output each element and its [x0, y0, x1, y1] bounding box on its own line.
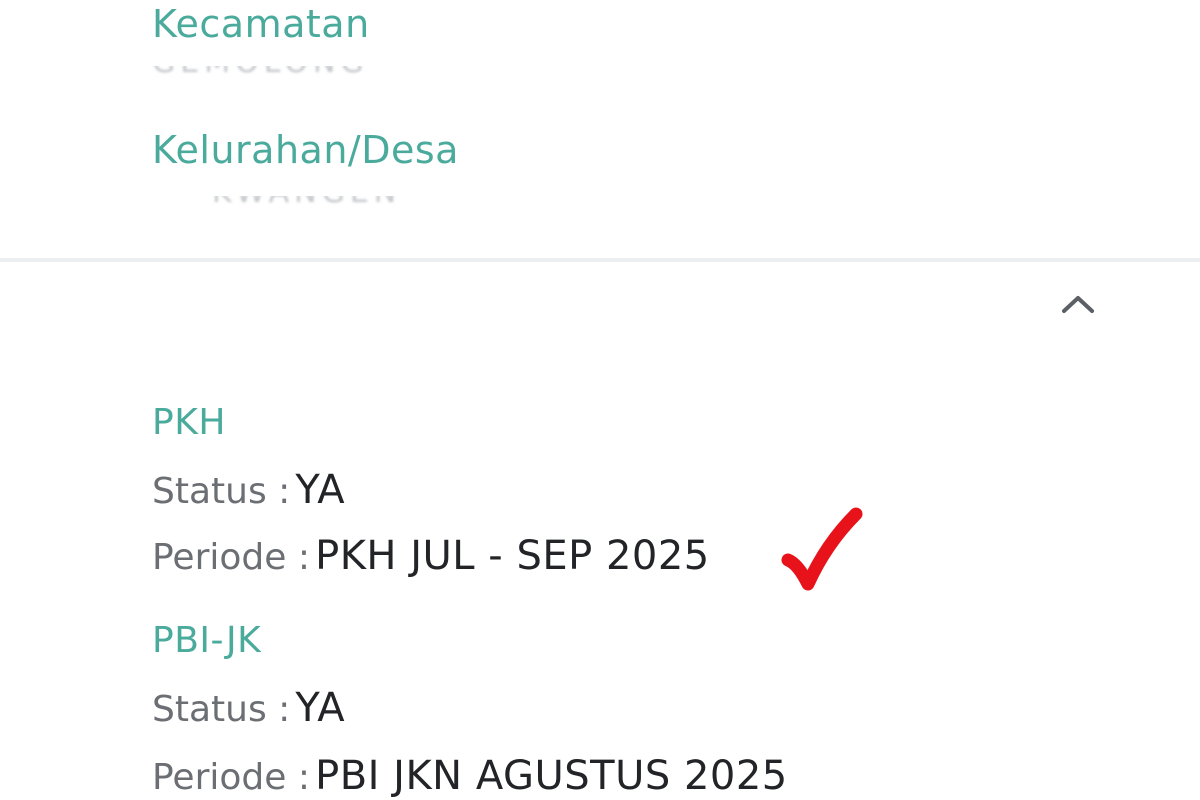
pkh-status-value: YA	[295, 467, 346, 513]
pbi-jk-periode-label: Periode :	[152, 757, 310, 798]
pkh-title: PKH	[152, 402, 226, 443]
kecamatan-value: GEMOLONG	[152, 66, 392, 80]
chevron-up-icon	[1062, 296, 1094, 313]
pkh-status-label: Status :	[152, 471, 291, 512]
kecamatan-label: Kecamatan	[152, 2, 370, 46]
pkh-periode-row: Periode : PKH JUL - SEP 2025	[152, 536, 710, 576]
pbi-jk-title: PBI-JK	[152, 620, 262, 661]
pkh-periode-label: Periode :	[152, 537, 310, 578]
pbi-jk-periode-value: PBI JKN AGUSTUS 2025	[315, 753, 788, 799]
pbi-jk-status-value: YA	[295, 685, 346, 731]
kelurahan-value: KWANGEN	[212, 196, 492, 210]
pkh-status-row: Status : YA	[152, 470, 345, 510]
red-checkmark-icon	[781, 507, 863, 591]
pbi-jk-status-row: Status : YA	[152, 688, 345, 728]
section-divider	[0, 258, 1200, 262]
pbi-jk-periode-row: Periode : PBI JKN AGUSTUS 2025	[152, 756, 788, 796]
collapse-button[interactable]	[1058, 288, 1098, 320]
pbi-jk-status-label: Status :	[152, 689, 291, 730]
pkh-periode-value: PKH JUL - SEP 2025	[315, 533, 710, 579]
kelurahan-label: Kelurahan/Desa	[152, 128, 459, 172]
